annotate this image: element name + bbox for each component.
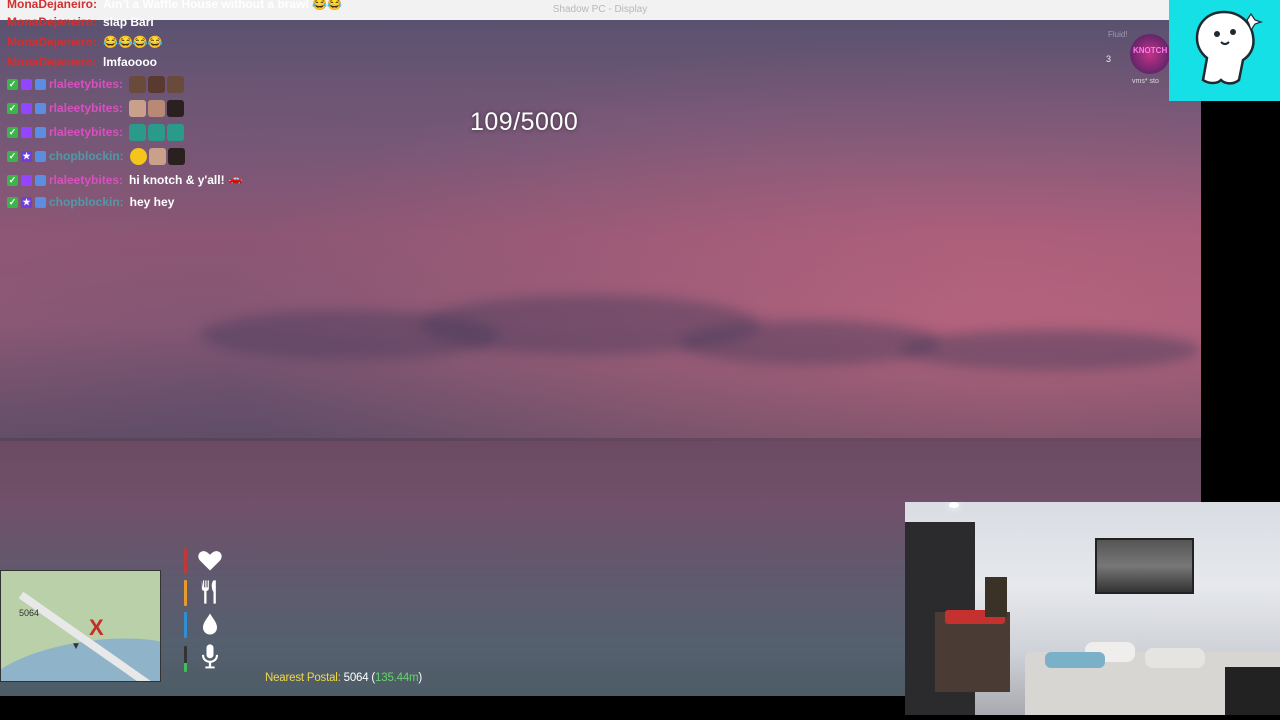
- gift-badge-icon: [35, 150, 46, 162]
- nearest-postal: Nearest Postal: 5064 (135.44m): [265, 672, 422, 684]
- emote-icon: [148, 147, 166, 165]
- ghost-mascot-icon: [1195, 10, 1263, 85]
- chat-message: MonaDejaneiro: 😂😂😂😂: [7, 32, 163, 52]
- prime-badge-icon: [21, 126, 32, 138]
- wall-painting: [1095, 538, 1194, 594]
- progress-counter: 109/5000: [470, 108, 579, 136]
- prime-badge-icon: [21, 174, 32, 186]
- chat-text: hi knotch & y'all!: [129, 173, 225, 187]
- chat-username: MonaDejaneiro:: [7, 55, 98, 69]
- minimap[interactable]: 5064 X ▼: [0, 570, 161, 682]
- chat-username: rlaleetybites:: [49, 173, 124, 187]
- chat-message: ✓ rlaleetybites:: [7, 122, 186, 142]
- brand-text: KNOTCH: [1133, 46, 1168, 55]
- minimap-postal: 5064: [19, 608, 40, 618]
- prime-badge-icon: [21, 102, 32, 114]
- chat-username: rlaleetybites:: [49, 77, 124, 91]
- emote-icon: [148, 75, 166, 93]
- voice-bar: [184, 646, 187, 672]
- emote-icon: [167, 147, 185, 165]
- chat-text: hey hey: [129, 195, 175, 209]
- ceiling-light: [949, 502, 959, 508]
- cloud: [680, 320, 940, 365]
- star-badge-icon: ★: [21, 150, 32, 162]
- chat-message: ✓ rlaleetybites:: [7, 74, 186, 94]
- chat-message: MonaDejaneiro: slap Bari: [7, 12, 154, 32]
- chat-message: ✓ ★ chopblockin:: [7, 146, 187, 166]
- chat-text: Ain't a Waffle House without a brawl 😂😂: [103, 0, 342, 11]
- verified-badge-icon: ✓: [7, 150, 18, 162]
- emote-icon: [129, 75, 147, 93]
- water-drop-icon: [196, 610, 224, 638]
- chat-message: ✓ rlaleetybites:: [7, 98, 186, 118]
- chat-username: rlaleetybites:: [49, 125, 124, 139]
- emote-icon: [148, 99, 166, 117]
- chat-text: slap Bari: [103, 15, 154, 29]
- gift-badge-icon: [35, 174, 46, 186]
- chat-username: chopblockin:: [49, 195, 124, 209]
- gift-badge-icon: [35, 78, 46, 90]
- postal-paren-close: ): [418, 672, 423, 684]
- stream-logo-overlay: Fluid! 3 KNOTCH vms* sto: [1100, 30, 1170, 90]
- emote-icon: [129, 99, 147, 117]
- emote-icon: 🚗: [228, 172, 243, 185]
- chat-text: lmfaoooo: [103, 55, 158, 69]
- microphone-icon: [196, 642, 224, 670]
- viewer-count: 3: [1106, 54, 1112, 64]
- chat-message: ✓ ★ chopblockin: hey hey: [7, 192, 174, 212]
- emote-icon: [129, 147, 147, 165]
- player-arrow-icon: ▼: [71, 641, 81, 652]
- heart-icon: [196, 546, 224, 574]
- postal-value: 5064: [343, 672, 369, 684]
- star-badge-icon: ★: [21, 196, 32, 208]
- verified-badge-icon: ✓: [7, 126, 18, 138]
- postal-label: Nearest Postal:: [265, 672, 341, 684]
- prime-badge-icon: [21, 78, 32, 90]
- blue-blanket: [1045, 652, 1105, 668]
- waypoint-marker-icon: X: [89, 615, 104, 640]
- hunger-bar: [184, 580, 187, 606]
- mascot-app-tile: [1169, 0, 1280, 101]
- chat-username: MonaDejaneiro:: [7, 15, 98, 29]
- postal-distance: 135.44m: [375, 672, 419, 684]
- emote-icon: [167, 75, 185, 93]
- thirst-bar: [184, 612, 187, 638]
- gift-badge-icon: [35, 102, 46, 114]
- emote-icon: [129, 123, 147, 141]
- wall-poster: [985, 577, 1007, 617]
- overlay-subtext: vms* sto: [1132, 78, 1159, 85]
- emote-icon: [167, 123, 185, 141]
- verified-badge-icon: ✓: [7, 78, 18, 90]
- emote-icon: [148, 123, 166, 141]
- chat-text: 😂😂😂😂: [103, 35, 163, 49]
- webcam-feed: [905, 502, 1280, 715]
- chat-username: MonaDejaneiro:: [7, 35, 98, 49]
- gift-badge-icon: [35, 126, 46, 138]
- chat-username: rlaleetybites:: [49, 101, 124, 115]
- health-bar: [184, 548, 187, 574]
- chair: [1225, 667, 1280, 715]
- chat-username: MonaDejaneiro:: [7, 0, 98, 11]
- shelf: [935, 612, 1010, 692]
- pillow: [1145, 648, 1205, 668]
- verified-badge-icon: ✓: [7, 174, 18, 186]
- cloud: [900, 330, 1200, 370]
- emote-icon: [167, 99, 185, 117]
- faded-text: Fluid!: [1108, 30, 1128, 39]
- chat-username: chopblockin:: [49, 149, 124, 163]
- verified-badge-icon: ✓: [7, 196, 18, 208]
- chat-message: ✓ rlaleetybites: hi knotch & y'all! 🚗: [7, 170, 244, 190]
- gift-badge-icon: [35, 196, 46, 208]
- fork-knife-icon: [196, 578, 224, 606]
- chat-message: MonaDejaneiro: lmfaoooo: [7, 52, 157, 72]
- verified-badge-icon: ✓: [7, 102, 18, 114]
